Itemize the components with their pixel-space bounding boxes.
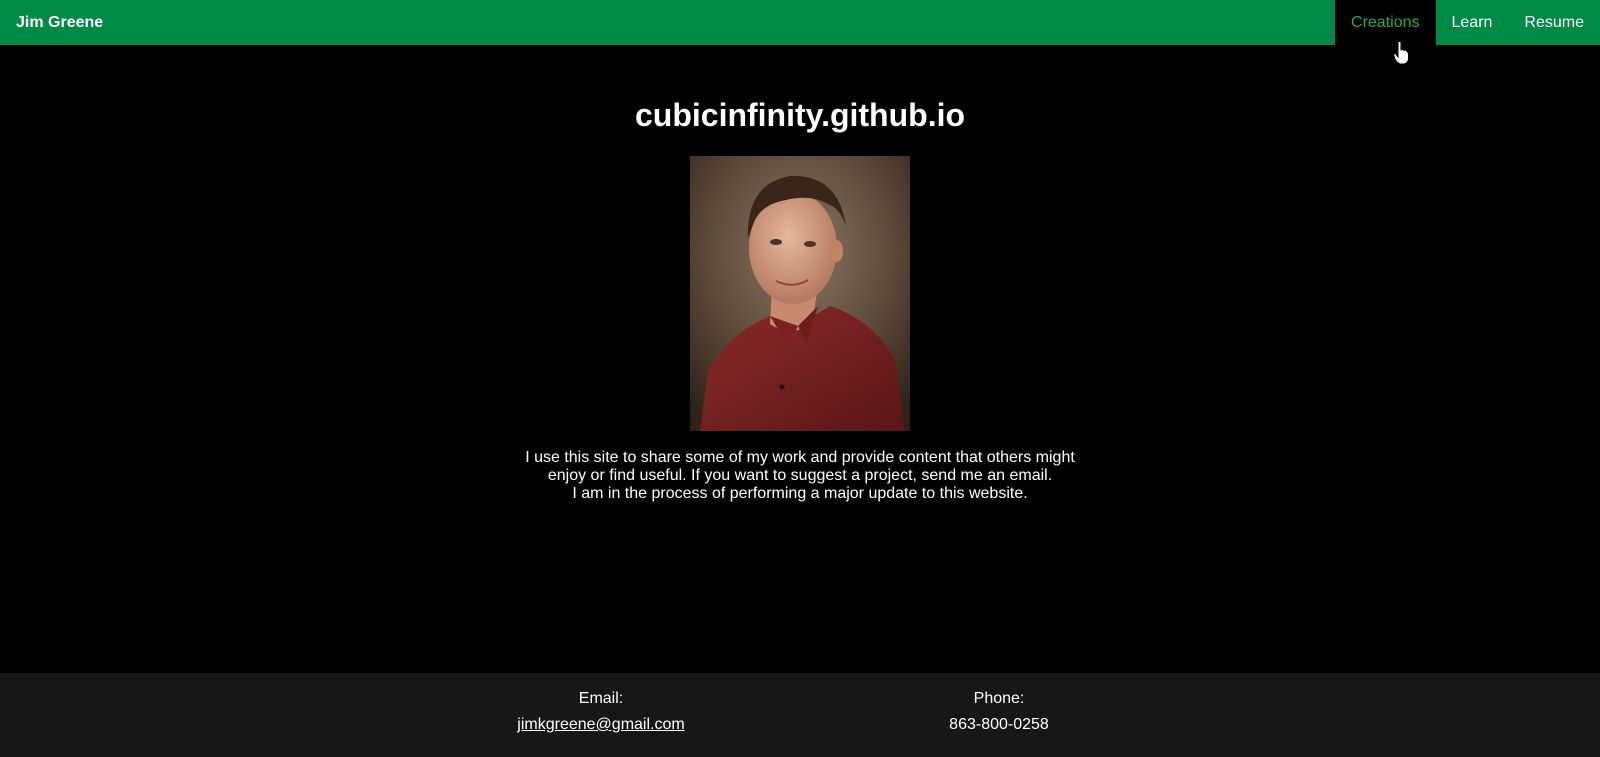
email-label: Email: (578, 690, 624, 707)
intro-line: enjoy or find useful. If you want to sug… (547, 467, 1053, 484)
phone-label: Phone: (973, 690, 1025, 707)
phone-number: 863-800-0258 (949, 716, 1049, 733)
intro-line: I use this site to share some of my work… (525, 449, 1075, 466)
nav-resume[interactable]: Resume (1508, 0, 1600, 45)
nav-learn[interactable]: Learn (1436, 0, 1509, 45)
footer-phone: Phone: 863-800-0258 (869, 689, 1129, 735)
footer-email: Email: jimkgreene@gmail.com (471, 689, 731, 735)
brand-link[interactable]: Jim Greene (0, 14, 103, 32)
footer: Email: jimkgreene@gmail.com Phone: 863-8… (0, 673, 1600, 757)
profile-photo (690, 156, 910, 431)
top-navbar: Jim Greene Creations Learn Resume (0, 0, 1600, 45)
hand-cursor-icon (1393, 41, 1409, 65)
intro-text: I use this site to share some of my work… (0, 449, 1600, 503)
nav-creations[interactable]: Creations (1335, 0, 1436, 45)
page-title: cubicinfinity.github.io (634, 97, 966, 133)
email-link[interactable]: jimkgreene@gmail.com (471, 715, 731, 735)
intro-line: I am in the process of performing a majo… (572, 485, 1028, 502)
main-content: cubicinfinity.github.io I use this site … (0, 45, 1600, 673)
main-nav: Creations Learn Resume (1335, 0, 1600, 45)
